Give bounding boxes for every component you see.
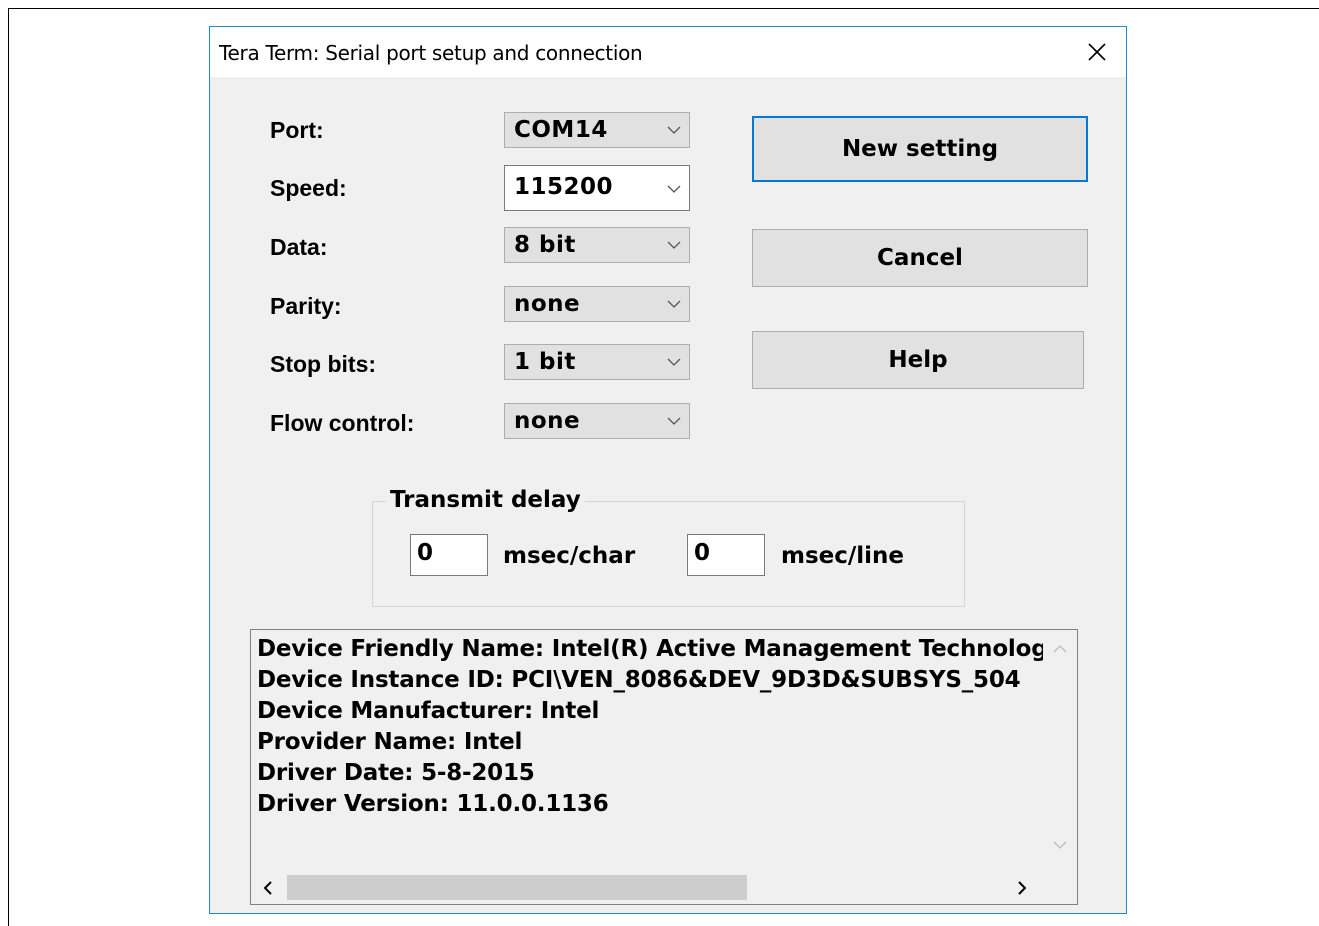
window-title: Tera Term: Serial port setup and connect… xyxy=(219,41,643,65)
data-bits-value: 8 bit xyxy=(514,232,576,258)
speed-label: Speed: xyxy=(270,175,347,201)
chevron-right-icon[interactable] xyxy=(1017,881,1027,895)
parity-select[interactable]: none xyxy=(504,286,690,322)
flow-control-select[interactable]: none xyxy=(504,403,690,439)
flow-control-value: none xyxy=(514,408,581,434)
chevron-down-icon xyxy=(667,300,681,308)
close-icon xyxy=(1088,43,1106,61)
parity-value: none xyxy=(514,291,581,317)
msec-char-unit: msec/char xyxy=(503,543,636,569)
info-line: Device Manufacturer: Intel xyxy=(257,698,600,724)
cancel-button[interactable]: Cancel xyxy=(752,229,1088,287)
vertical-scrollbar[interactable] xyxy=(1043,630,1077,870)
chevron-down-icon xyxy=(667,417,681,425)
info-line: Driver Date: 5-8-2015 xyxy=(257,760,535,786)
transmit-delay-title: Transmit delay xyxy=(386,487,585,513)
chevron-down-icon[interactable] xyxy=(1053,840,1067,850)
horizontal-scrollbar[interactable] xyxy=(251,870,1077,904)
page-border-left xyxy=(8,8,9,926)
page-border-top xyxy=(8,8,1319,9)
chevron-up-icon[interactable] xyxy=(1053,644,1067,654)
msec-char-input[interactable]: 0 xyxy=(410,534,488,576)
stop-bits-select[interactable]: 1 bit xyxy=(504,344,690,380)
msec-line-unit: msec/line xyxy=(781,543,905,569)
chevron-left-icon[interactable] xyxy=(263,881,273,895)
chevron-down-icon xyxy=(667,185,681,193)
chevron-down-icon xyxy=(667,241,681,249)
scrollbar-thumb[interactable] xyxy=(287,875,747,900)
parity-label: Parity: xyxy=(270,293,342,319)
flow-control-label: Flow control: xyxy=(270,410,415,436)
data-label: Data: xyxy=(270,234,328,260)
stop-bits-label: Stop bits: xyxy=(270,351,377,377)
info-line: Device Instance ID: PCI\VEN_8086&DEV_9D3… xyxy=(257,667,1021,693)
new-setting-button[interactable]: New setting xyxy=(752,116,1088,182)
help-button[interactable]: Help xyxy=(752,331,1084,389)
stop-bits-value: 1 bit xyxy=(514,349,576,375)
port-label: Port: xyxy=(270,117,324,143)
msec-line-input[interactable]: 0 xyxy=(687,534,765,576)
device-info-box[interactable]: Device Friendly Name: Intel(R) Active Ma… xyxy=(250,629,1078,905)
port-value: COM14 xyxy=(514,117,608,143)
speed-select[interactable]: 115200 xyxy=(504,165,690,211)
port-select[interactable]: COM14 xyxy=(504,112,690,148)
data-bits-select[interactable]: 8 bit xyxy=(504,227,690,263)
chevron-down-icon xyxy=(667,358,681,366)
info-line: Provider Name: Intel xyxy=(257,729,523,755)
info-line: Device Friendly Name: Intel(R) Active Ma… xyxy=(257,636,1043,662)
close-button[interactable] xyxy=(1068,27,1126,77)
info-line: Driver Version: 11.0.0.1136 xyxy=(257,791,609,817)
device-info-text: Device Friendly Name: Intel(R) Active Ma… xyxy=(257,634,1043,866)
serial-port-setup-dialog: Tera Term: Serial port setup and connect… xyxy=(209,26,1127,914)
speed-value: 115200 xyxy=(514,174,614,200)
title-bar: Tera Term: Serial port setup and connect… xyxy=(210,27,1126,77)
chevron-down-icon xyxy=(667,126,681,134)
